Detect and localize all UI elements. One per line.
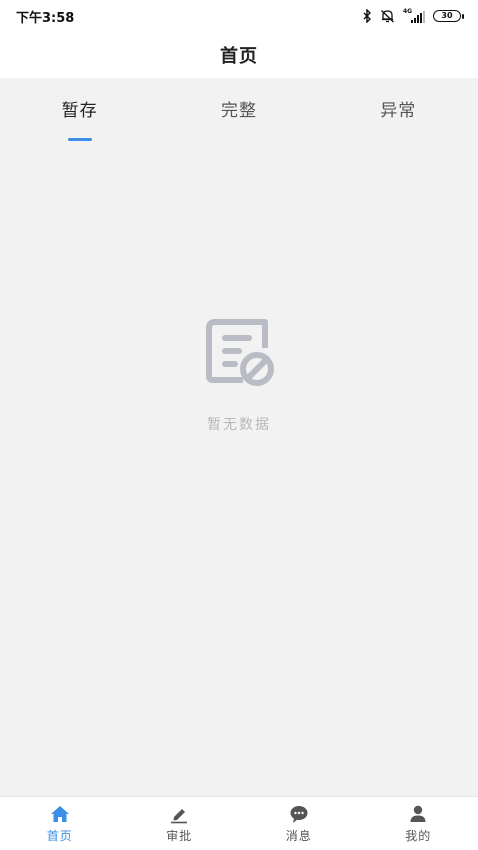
- chat-icon: [290, 805, 308, 823]
- status-icons: 4G 30: [362, 8, 464, 23]
- tab-bar: 暂存 完整 异常: [0, 78, 478, 150]
- tabbar-item-approval[interactable]: 审批: [120, 797, 240, 850]
- bottom-tab-bar: 首页 审批 消息 我的: [0, 796, 478, 850]
- no-document-icon: [206, 319, 274, 386]
- tab-label: 暂存: [61, 100, 98, 121]
- nav-bar: 首页: [0, 32, 478, 78]
- tab-label: 异常: [380, 100, 417, 121]
- empty-state: 暂无数据: [0, 318, 478, 434]
- tab-abnormal[interactable]: 异常: [319, 78, 478, 150]
- tabbar-item-messages[interactable]: 消息: [239, 797, 359, 850]
- status-bar: 下午3:58 4G 30: [0, 0, 478, 32]
- empty-state-text: 暂无数据: [207, 417, 271, 433]
- battery-level: 30: [433, 10, 461, 22]
- home-icon: [50, 805, 69, 822]
- pen-icon: [171, 808, 188, 823]
- tabbar-label: 审批: [166, 828, 193, 843]
- screen: 下午3:58 4G 30 首页 暂存 完整 异常 暂无数据 首页 审批 消息 我…: [0, 0, 478, 850]
- user-icon: [410, 805, 426, 822]
- status-time: 下午3:58: [16, 10, 75, 26]
- tab-complete[interactable]: 完整: [159, 78, 318, 150]
- page-title: 首页: [220, 46, 258, 67]
- tab-active-indicator: [67, 138, 92, 141]
- tabbar-label: 我的: [405, 828, 432, 843]
- network-type: 4G: [403, 8, 413, 15]
- tab-draft[interactable]: 暂存: [0, 78, 159, 150]
- tabbar-item-profile[interactable]: 我的: [359, 797, 478, 850]
- tabbar-label: 首页: [46, 828, 73, 843]
- tabbar-label: 消息: [285, 828, 312, 843]
- bluetooth-icon: [363, 9, 371, 23]
- tabbar-item-home[interactable]: 首页: [0, 797, 120, 850]
- battery-icon: 30: [433, 10, 464, 22]
- tab-label: 完整: [220, 100, 257, 121]
- alarm-off-icon: [381, 10, 394, 23]
- signal-icon: 4G: [403, 8, 425, 23]
